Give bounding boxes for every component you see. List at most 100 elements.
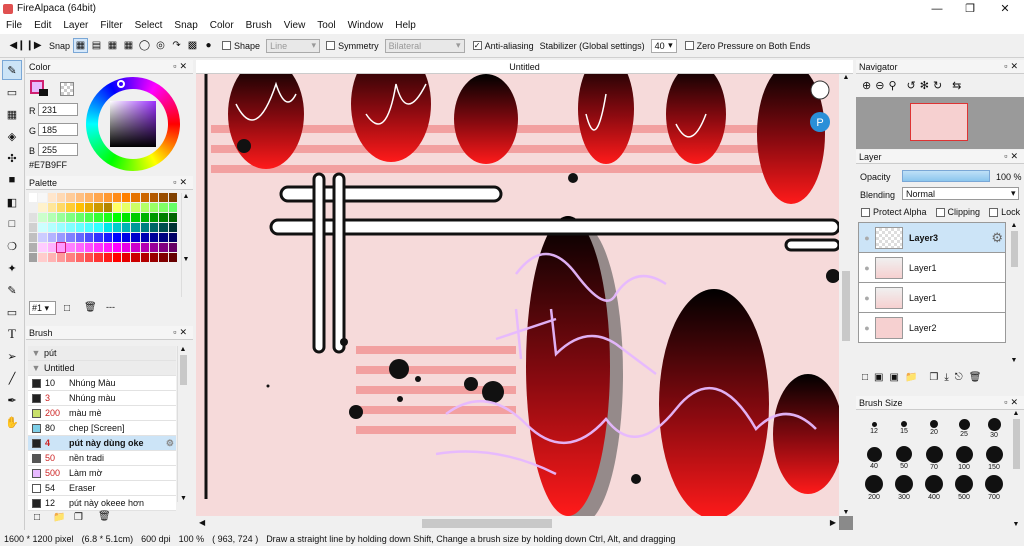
snap-grid-icon[interactable]: ▦ [121,38,136,53]
palette-swatch[interactable] [131,213,140,222]
panel-controls-icon[interactable]: ▫✕ [173,327,190,338]
dot-tool-icon[interactable]: ▦ [2,104,22,124]
brush-item[interactable]: 12 pút này okeee hơn [28,496,176,511]
palette-swatch[interactable] [55,242,67,253]
snap-radial-icon[interactable]: ◎ [153,38,168,53]
palette-swatch[interactable] [56,203,66,212]
menu-item-edit[interactable]: Edit [28,20,57,31]
lasso-tool-icon[interactable]: ❍ [2,236,22,256]
brush-group-put[interactable]: ▼ pút [28,346,176,361]
palette-swatch[interactable] [131,223,140,232]
palette-swatch[interactable] [122,233,131,242]
menu-item-view[interactable]: View [278,20,312,31]
snap-parallel-icon[interactable]: ▤ [89,38,104,53]
new-layer-8bit-icon[interactable]: ▣ [874,372,883,383]
palette-swatch[interactable] [75,213,84,222]
brush-size-option[interactable]: 300 [889,473,919,503]
palette-swatch[interactable] [140,233,150,242]
palette-swatch[interactable] [159,213,168,222]
palette-swatch[interactable] [84,213,94,222]
palette-swatch[interactable] [38,223,47,232]
palette-swatch[interactable] [103,243,112,252]
layer-row-layer1b[interactable]: ● Layer1 [858,283,1006,313]
palette-swatch[interactable] [66,213,75,222]
lock-checkbox[interactable] [989,207,999,217]
palette-swatch[interactable] [103,203,112,212]
brush-folder-icon[interactable]: 📁 [53,512,65,523]
layer-row-layer3[interactable]: ● Layer3 ⚙ [858,223,1006,253]
palette-swatch[interactable] [112,233,122,242]
panel-controls-icon[interactable]: ▫✕ [173,177,190,188]
palette-swatch[interactable] [56,233,66,242]
snap-off-icon[interactable]: ▦ [73,38,89,53]
palette-swatch[interactable] [150,203,159,212]
snap-circle-icon[interactable]: ◯ [137,38,152,53]
palette-swatch[interactable] [38,193,47,202]
palette-swatch[interactable] [112,253,122,262]
snap-point-icon[interactable]: ● [201,38,216,53]
palette-swatch[interactable] [140,223,150,232]
palette-add-icon[interactable]: □ [64,303,70,314]
menu-item-snap[interactable]: Snap [168,20,203,31]
brush-size-option[interactable]: 400 [919,473,949,503]
new-layer-1bit-icon[interactable]: ▣ [890,372,899,383]
select-pen-tool-icon[interactable]: ✎ [2,280,22,300]
palette-swatch[interactable] [75,243,84,252]
brush-size-option[interactable]: 200 [859,473,889,503]
new-layer-icon[interactable]: □ [862,372,868,383]
palette-swatch[interactable] [38,213,47,222]
palette-swatch[interactable] [84,193,94,202]
palette-swatch[interactable] [29,193,38,202]
palette-delete-icon[interactable]: 🗑 [84,302,97,313]
opacity-slider[interactable] [902,170,990,182]
palette-swatch[interactable] [29,213,38,222]
palette-swatch[interactable] [29,203,38,212]
palette-swatch[interactable] [159,203,168,212]
palette-swatch[interactable] [122,193,131,202]
menu-item-brush[interactable]: Brush [240,20,278,31]
palette-swatch[interactable] [84,233,94,242]
g-input[interactable]: 185 [38,123,78,136]
palette-swatch[interactable] [47,233,56,242]
hue-marker[interactable] [117,80,125,88]
menu-item-file[interactable]: File [0,20,28,31]
secondary-color-swatch[interactable] [39,89,48,96]
palette-swatch[interactable] [168,203,177,212]
palette-swatch[interactable] [112,213,122,222]
text-tool-icon[interactable]: T [2,324,22,344]
r-input[interactable]: 231 [38,103,78,116]
palette-swatch[interactable] [168,213,177,222]
palette-swatch[interactable] [140,213,150,222]
brush-size-option[interactable]: 700 [979,473,1009,503]
palette-swatch[interactable] [75,193,84,202]
brush-item[interactable]: 54 Eraser [28,481,176,496]
palette-swatch[interactable] [159,253,168,262]
palette-swatch[interactable] [112,193,122,202]
menu-item-filter[interactable]: Filter [94,20,128,31]
menu-item-layer[interactable]: Layer [57,20,94,31]
palette-swatch[interactable] [38,203,47,212]
snap-curve-icon[interactable]: ↷ [169,38,184,53]
palette-swatch[interactable] [103,213,112,222]
palette-swatch[interactable] [168,223,177,232]
transparent-color-swatch[interactable] [60,82,74,96]
palette-swatch[interactable] [103,233,112,242]
palette-swatch[interactable] [168,253,177,262]
palette-swatch[interactable] [131,243,140,252]
panel-controls-icon[interactable]: ▫✕ [1004,61,1021,72]
palette-swatch[interactable] [150,193,159,202]
zoom-reset-icon[interactable]: ⚲ [888,79,896,92]
magic-wand-tool-icon[interactable]: ✦ [2,258,22,278]
clipping-checkbox[interactable] [935,207,945,217]
brush-size-option[interactable]: 25 [949,413,979,443]
palette-swatch[interactable] [168,243,177,252]
protect-alpha-checkbox[interactable] [861,207,870,217]
palette-swatch[interactable] [29,243,38,252]
menu-item-window[interactable]: Window [342,20,390,31]
palette-swatch[interactable] [140,243,150,252]
brush-item[interactable]: 10 Nhúng Màu [28,376,176,391]
brush-size-option[interactable]: 15 [889,413,919,443]
maximize-button[interactable]: ❐ [953,0,987,17]
palette-swatch[interactable] [159,233,168,242]
brush-size-option[interactable]: 50 [889,443,919,473]
